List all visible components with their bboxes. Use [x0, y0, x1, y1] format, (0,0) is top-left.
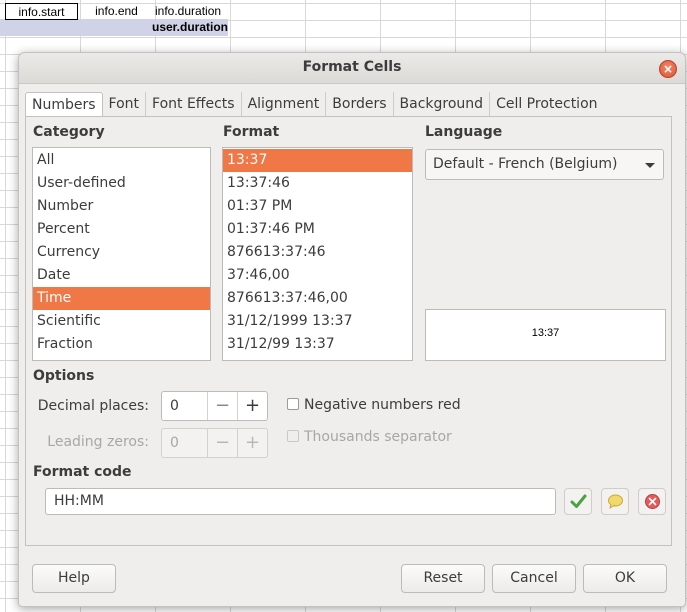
leading-zeros-stepper[interactable]: 0 − + [161, 428, 268, 458]
list-item[interactable]: Currency [33, 241, 210, 264]
tab-borders[interactable]: Borders [326, 92, 394, 117]
tab-font-effects[interactable]: Font Effects [146, 92, 242, 117]
decrement-button[interactable]: − [207, 429, 237, 457]
format-code-value[interactable]: HH:MM [54, 493, 104, 509]
decimal-places-value[interactable]: 0 [170, 398, 179, 414]
tab-alignment[interactable]: Alignment [242, 92, 327, 117]
list-item-selected[interactable]: Time [33, 287, 210, 310]
list-item[interactable]: 876613:37:46,00 [223, 287, 412, 310]
format-code-input[interactable]: HH:MM [45, 488, 556, 515]
format-list[interactable]: 13:37 13:37:46 01:37 PM 01:37:46 PM 8766… [222, 147, 413, 361]
tab-font[interactable]: Font [103, 92, 147, 117]
cancel-button[interactable]: Cancel [492, 564, 576, 593]
leading-zeros-value[interactable]: 0 [170, 435, 179, 451]
tab-numbers[interactable]: Numbers [25, 92, 103, 117]
format-label: Format [223, 124, 280, 140]
list-item[interactable]: 37:46,00 [223, 264, 412, 287]
negative-red-label: Negative numbers red [304, 397, 461, 413]
list-item[interactable]: 876613:37:46 [223, 241, 412, 264]
decimal-places-label: Decimal places: [37, 398, 149, 414]
ok-button[interactable]: OK [583, 564, 667, 593]
list-item[interactable]: 01:37 PM [223, 195, 412, 218]
list-item[interactable]: Fraction [33, 333, 210, 356]
cell-info-end[interactable]: info.end [80, 3, 153, 20]
list-item[interactable]: 31/12/1999 13:37 [223, 310, 412, 333]
preview-text: 13:37 [531, 327, 560, 339]
dialog-titlebar: Format Cells × [19, 53, 685, 84]
negative-red-checkbox[interactable] [287, 398, 299, 410]
format-code-label: Format code [33, 464, 132, 480]
format-preview: 13:37 [425, 309, 666, 361]
close-icon[interactable]: × [659, 60, 677, 78]
chevron-down-icon [645, 163, 655, 168]
list-item[interactable]: Number [33, 195, 210, 218]
tab-background[interactable]: Background [394, 92, 491, 117]
reset-button[interactable]: Reset [401, 564, 485, 593]
category-label: Category [33, 124, 105, 140]
decimal-places-stepper[interactable]: 0 − + [161, 391, 268, 421]
delete-format-button[interactable] [638, 488, 666, 515]
negative-red-option[interactable]: Negative numbers red [287, 397, 461, 413]
help-button[interactable]: Help [32, 564, 116, 593]
list-item[interactable]: 01:37:46 PM [223, 218, 412, 241]
accept-format-button[interactable] [564, 488, 592, 515]
dialog-title: Format Cells [302, 59, 402, 75]
tab-bar: Numbers Font Font Effects Alignment Bord… [25, 92, 604, 117]
thousands-separator-label: Thousands separator [304, 429, 452, 445]
list-item[interactable]: Scientific [33, 310, 210, 333]
thousands-separator-option[interactable]: Thousands separator [287, 429, 452, 445]
cell-user-duration[interactable]: user.duration [152, 19, 228, 36]
decrement-button[interactable]: − [207, 392, 237, 420]
speech-bubble-icon [608, 494, 623, 510]
increment-button[interactable]: + [237, 429, 267, 457]
list-item-selected[interactable]: 13:37 [223, 149, 412, 172]
format-cells-dialog: Format Cells × Numbers Font Font Effects… [18, 52, 686, 607]
increment-button[interactable]: + [237, 392, 267, 420]
language-dropdown[interactable]: Default - French (Belgium) [425, 149, 664, 180]
options-label: Options [33, 368, 95, 384]
leading-zeros-label: Leading zeros: [47, 434, 149, 450]
list-item[interactable]: Date [33, 264, 210, 287]
thousands-separator-checkbox[interactable] [287, 430, 299, 442]
checkmark-icon [570, 494, 587, 508]
add-comment-button[interactable] [601, 488, 629, 515]
language-value: Default - French (Belgium) [433, 156, 618, 172]
language-label: Language [425, 124, 503, 140]
list-item[interactable]: 31/12/99 13:37 [223, 333, 412, 356]
list-item[interactable]: Percent [33, 218, 210, 241]
tab-cell-protection[interactable]: Cell Protection [490, 92, 603, 117]
cell-info-duration[interactable]: info.duration [155, 3, 228, 20]
category-list[interactable]: All User-defined Number Percent Currency… [32, 147, 211, 361]
delete-circle-icon [645, 494, 660, 509]
list-item[interactable]: 13:37:46 [223, 172, 412, 195]
list-item[interactable]: User-defined [33, 172, 210, 195]
list-item[interactable]: All [33, 149, 210, 172]
cell-info-start[interactable]: info.start [5, 3, 78, 20]
